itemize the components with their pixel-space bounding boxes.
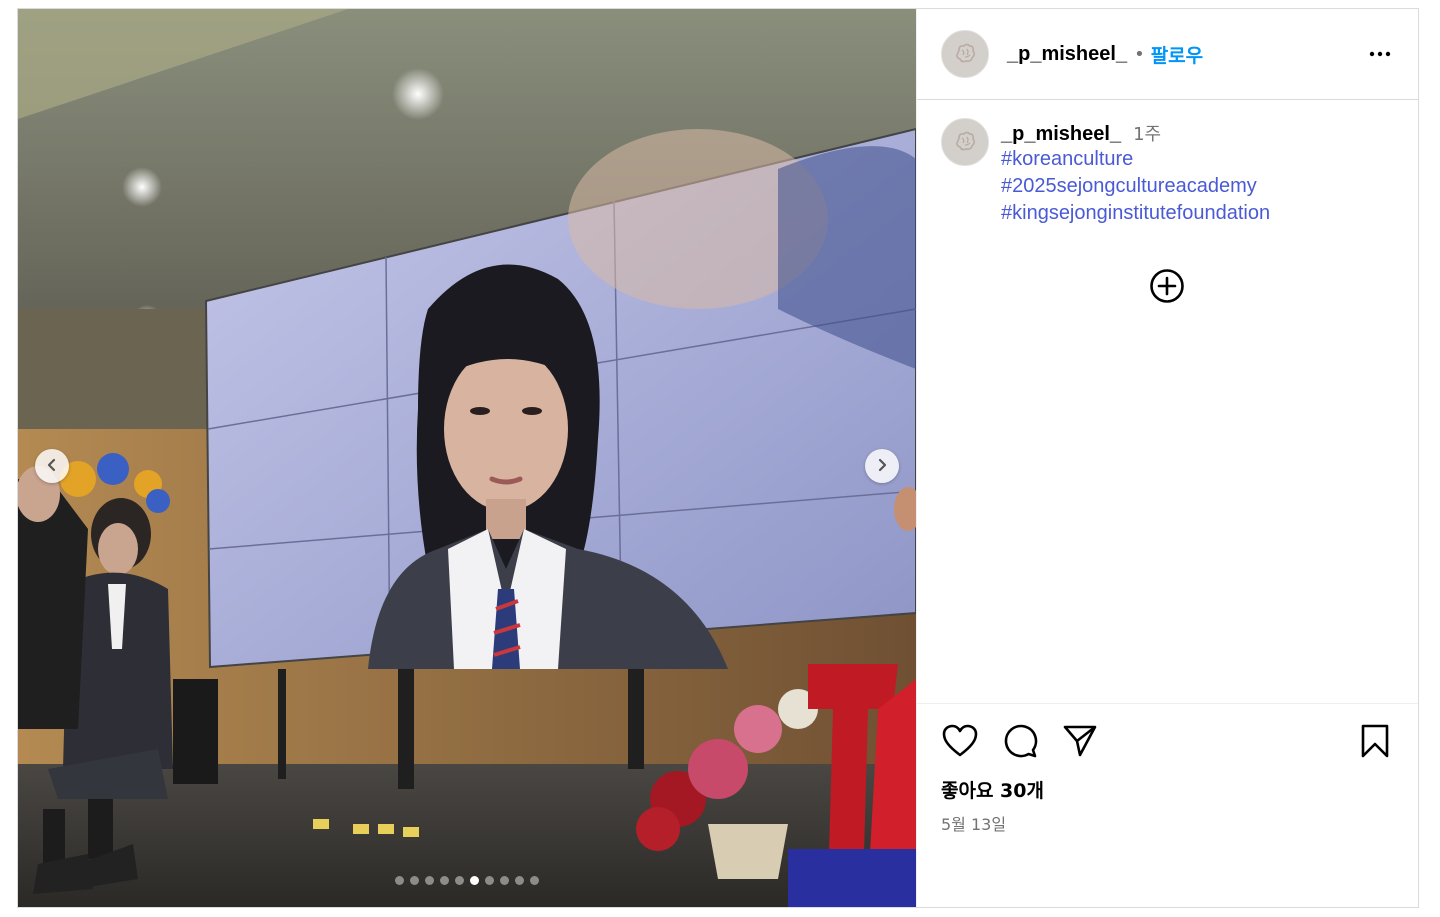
caption-avatar[interactable] [941,118,989,166]
caption-time[interactable]: 1주 [1133,120,1161,146]
action-bar: 좋아요 30개 5월 13일 [917,703,1418,907]
chevron-right-icon [875,457,889,476]
like-button[interactable] [941,724,979,762]
more-options-icon [1368,51,1392,70]
avatar-brain-icon [956,43,976,63]
post-header: _p_misheel_ • 팔로우 [917,9,1418,100]
carousel-next-button[interactable] [865,449,899,483]
header-separator: • [1134,43,1145,65]
carousel-dot [440,876,449,885]
carousel-dot [530,876,539,885]
carousel-indicator [18,876,916,885]
carousel-dot [410,876,419,885]
carousel-dot [395,876,404,885]
post-modal: _p_misheel_ • 팔로우 _p_misheel_ 1주 #korean… [17,8,1419,908]
comment-icon [1002,723,1038,763]
carousel-prev-button[interactable] [35,449,69,483]
header-username[interactable]: _p_misheel_ [1007,43,1127,66]
post-media [18,9,916,907]
hashtag-link[interactable]: #2025sejongcultureacademy [1001,173,1270,200]
action-icons [941,724,1394,762]
post-date[interactable]: 5월 13일 [941,811,1394,835]
load-more-comments-button[interactable] [1149,268,1185,304]
carousel-dot-active [470,876,479,885]
plus-circle-icon [1149,269,1185,308]
save-button[interactable] [1356,724,1394,762]
caption-body: _p_misheel_ 1주 #koreanculture #2025sejon… [1001,120,1270,227]
chevron-left-icon [45,457,59,476]
share-icon [1062,724,1098,762]
heart-icon [942,724,978,762]
caption: _p_misheel_ 1주 #koreanculture #2025sejon… [941,118,1394,227]
carousel-dot [425,876,434,885]
carousel-dot [515,876,524,885]
post-side-panel: _p_misheel_ • 팔로우 _p_misheel_ 1주 #korean… [916,9,1418,907]
hashtag-link[interactable]: #kingsejonginstitutefoundation [1001,200,1270,227]
avatar-brain-icon [956,131,976,151]
share-button[interactable] [1061,724,1099,762]
comments-area: _p_misheel_ 1주 #koreanculture #2025sejon… [917,100,1418,703]
follow-button[interactable]: 팔로우 [1151,41,1203,68]
bookmark-icon [1360,724,1390,762]
more-options-button[interactable] [1368,42,1392,70]
caption-username[interactable]: _p_misheel_ [1001,123,1121,146]
hashtag-link[interactable]: #koreanculture [1001,146,1270,173]
carousel-dot [500,876,509,885]
carousel-dot [485,876,494,885]
post-photo [18,9,916,907]
caption-header: _p_misheel_ 1주 [1001,120,1270,146]
comment-button[interactable] [1001,724,1039,762]
avatar[interactable] [941,30,989,78]
likes-count[interactable]: 좋아요 30개 [941,776,1394,803]
carousel-dot [455,876,464,885]
